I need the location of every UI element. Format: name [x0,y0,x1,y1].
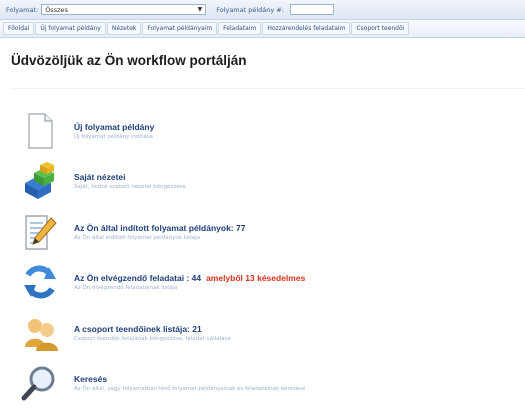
my-views-link[interactable]: Saját nézetei [74,172,186,182]
group-icon [25,318,58,351]
tab-my-instances[interactable]: Folyamat példányaim [142,22,218,35]
search-icon [21,366,55,401]
list-item-search[interactable]: Keresés Az Ön által, vagy folyamatban lé… [20,361,305,406]
instance-number-input[interactable] [289,4,334,15]
my-tasks-description: Az Ön elvégzendő feladatainak listája [74,285,178,291]
started-instances-link[interactable]: Az Ön által indított folyamat példányok:… [74,223,245,233]
search-link[interactable]: Keresés [74,374,305,384]
process-label: Folyamat: [6,5,39,14]
new-instance-link[interactable]: Új folyamat példány [74,122,154,132]
process-select-value: Összes [45,5,68,14]
started-instances-description: Az Ön által indított folyamat példányok … [74,234,201,241]
list-item-started-instances[interactable]: Az Ön által indított folyamat példányok:… [20,209,305,254]
tab-new-instance[interactable]: Új folyamat példány [35,22,106,35]
nav-tabs: Főoldal Új folyamat példány Nézetek Foly… [0,20,525,38]
tab-group-tasks[interactable]: Csoport teendői [351,22,410,35]
tab-views[interactable]: Nézetek [106,22,142,35]
tab-home[interactable]: Főoldal [3,22,35,35]
list-item-new-instance[interactable]: Új folyamat példány Új folyamat példány … [20,108,305,153]
tab-assigned-tasks[interactable]: Hozzárendelés feladataim [262,22,351,35]
overdue-warning: amelyből 13 késedelmes [206,273,306,283]
chevron-down-icon: ▼ [197,6,203,13]
search-description: Az Ön által, vagy folyamatban lévő folya… [74,386,306,392]
refresh-icon [24,265,56,299]
tab-my-tasks[interactable]: Feladataim [218,22,262,35]
divider [11,88,525,89]
group-tasks-description: Csoport teendők listájának böngészése, f… [74,335,231,342]
list-item-views[interactable]: Saját nézetei Saját, testre szabott néze… [20,159,305,204]
process-select[interactable]: Összes ▼ [41,4,207,15]
document-icon [28,112,53,149]
page-title: Üdvözöljük az Ön workflow portálján [11,53,247,68]
my-tasks-count-text: Az Ön elvégzendő feladatai : 44 [74,273,202,283]
group-tasks-link[interactable]: A csoport teendőinek listája: 21 [74,324,231,334]
filter-bar: Folyamat: Összes ▼ Folyamat példány #: [0,0,525,20]
list-item-my-tasks[interactable]: Az Ön elvégzendő feladatai : 44 amelyből … [20,260,305,305]
my-tasks-link[interactable]: Az Ön elvégzendő feladatai : 44 amelyből … [74,273,305,283]
my-views-description: Saját, testre szabott nézetei böngészése [74,184,186,190]
list-item-group-tasks[interactable]: A csoport teendőinek listája: 21 Csoport… [20,310,305,355]
action-list: Új folyamat példány Új folyamat példány … [20,108,305,411]
instance-label: Folyamat példány #: [216,5,284,14]
new-instance-description: Új folyamat példány indítása [74,133,153,140]
views-icon [25,162,54,199]
edit-document-icon [25,214,57,250]
